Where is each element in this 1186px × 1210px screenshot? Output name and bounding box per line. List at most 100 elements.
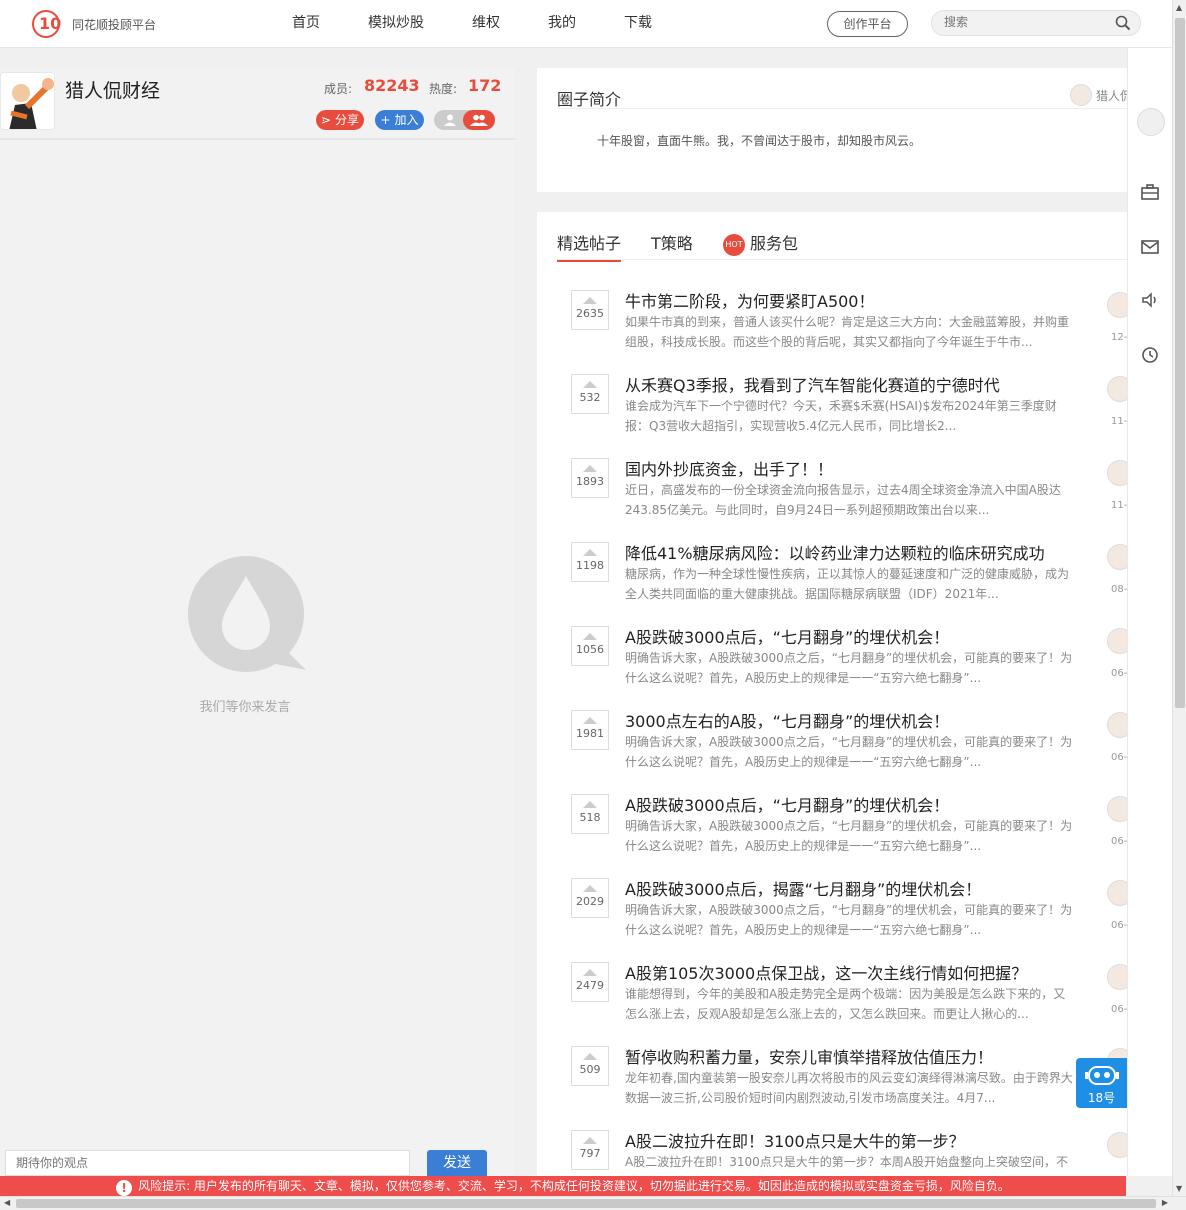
post-date: 06-: [1111, 836, 1127, 847]
tab-t-strategy[interactable]: T策略: [651, 230, 693, 254]
join-label: 加入: [394, 113, 419, 127]
circle-avatar[interactable]: [0, 72, 55, 130]
upvote-button[interactable]: 2479: [571, 962, 609, 1002]
tab-service-pack[interactable]: HOT 服务包: [723, 230, 798, 256]
post-item[interactable]: 2479 A股第105次3000点保卫战，这一次主线行情如何把握？ 谁能想得到，今年…: [571, 960, 1127, 1044]
author-avatar[interactable]: [1107, 292, 1127, 318]
vertical-scroll-thumb[interactable]: [1175, 18, 1185, 708]
upvote-button[interactable]: 797: [571, 1130, 609, 1170]
post-item[interactable]: 532 从禾赛Q3季报，我看到了汽车智能化赛道的宁德时代谁会成为汽车下一个宁德时代…: [571, 372, 1127, 456]
assistant-button[interactable]: 18号: [1076, 1058, 1127, 1108]
nav-item-mine[interactable]: 我的: [528, 0, 596, 48]
author-avatar[interactable]: [1107, 460, 1127, 486]
upvote-button[interactable]: 1056: [571, 626, 609, 666]
share-button[interactable]: ⋗ 分享: [316, 110, 364, 130]
hunter-avatar-icon: [1, 73, 54, 129]
post-item[interactable]: 1981 3000点左右的A股，“七月翻身”的埋伏机会！ 明确告诉大家，A股跌破30…: [571, 708, 1127, 792]
scroll-right-icon[interactable]: ▶: [1162, 1198, 1168, 1207]
tab-featured-posts[interactable]: 精选帖子: [557, 230, 622, 262]
history-icon[interactable]: [1140, 345, 1160, 365]
upvote-button[interactable]: 532: [571, 374, 609, 414]
nav-item-download[interactable]: 下载: [604, 0, 672, 48]
author-avatar[interactable]: [1107, 544, 1127, 570]
upvote-button[interactable]: 518: [571, 794, 609, 834]
search-box: [931, 10, 1141, 36]
post-title[interactable]: A股第105次3000点保卫战，这一次主线行情如何把握？: [625, 960, 1027, 984]
post-item[interactable]: 2635 牛市第二阶段，为何要紧盯A500！ 如果牛市真的到来，普通人该买什么呢？肯…: [571, 288, 1127, 372]
author-avatar[interactable]: [1107, 628, 1127, 654]
post-item[interactable]: 2029 A股跌破3000点后，揭露“七月翻身”的埋伏机会！ 明确告诉大家，A股跌破…: [571, 876, 1127, 960]
upvote-button[interactable]: 1981: [571, 710, 609, 750]
post-item[interactable]: 1056 A股跌破3000点后，“七月翻身”的埋伏机会！ 明确告诉大家，A股跌破30…: [571, 624, 1127, 708]
nav-item-home[interactable]: 首页: [272, 0, 340, 48]
post-title[interactable]: 降低41%糖尿病风险：以岭药业津力达颗粒的临床研究成功: [625, 540, 1045, 564]
robot-icon: [1084, 1066, 1119, 1085]
post-summary: 明确告诉大家，A股跌破3000点之后，“七月翻身”的埋伏机会，可能真的要来了！为…: [625, 735, 1073, 769]
post-title[interactable]: A股二波拉升在即！3100点只是大牛的第一步？: [625, 1128, 965, 1152]
post-title[interactable]: A股跌破3000点后，揭露“七月翻身”的埋伏机会！: [625, 876, 981, 900]
author-avatar[interactable]: [1107, 880, 1127, 906]
logo-text: 同花顺投顾平台: [72, 17, 157, 32]
horizontal-scroll-thumb[interactable]: [16, 1199, 1156, 1208]
comment-input[interactable]: [6, 1151, 409, 1175]
post-item[interactable]: 1198 降低41%糖尿病风险：以岭药业津力达颗粒的临床研究成功糖尿病，作为一种全…: [571, 540, 1127, 624]
group-icon: [470, 114, 488, 126]
posts-card: 精选帖子 T策略 HOT 服务包 2635 牛市第二阶段，为何要紧盯A500！ 如果牛…: [537, 212, 1127, 1176]
upvote-arrow-icon: [583, 297, 597, 304]
send-button[interactable]: 发送: [427, 1150, 487, 1176]
user-avatar[interactable]: [1137, 108, 1165, 136]
upvote-arrow-icon: [583, 717, 597, 724]
post-title[interactable]: A股跌破3000点后，“七月翻身”的埋伏机会！: [625, 624, 949, 648]
search-input[interactable]: [944, 15, 1104, 29]
post-summary: 明确告诉大家，A股跌破3000点之后，“七月翻身”的埋伏机会，可能真的要来了！为…: [625, 819, 1073, 853]
upvote-button[interactable]: 1198: [571, 542, 609, 582]
join-button[interactable]: + 加入: [375, 110, 424, 130]
members-toggle[interactable]: [434, 110, 495, 130]
mail-icon[interactable]: [1140, 237, 1160, 257]
post-title[interactable]: 暂停收购积蓄力量，安奈儿审慎举措释放估值压力！: [625, 1044, 993, 1068]
warning-icon: !: [116, 1180, 133, 1196]
nav-item-simulated-trading[interactable]: 模拟炒股: [348, 0, 444, 48]
post-title[interactable]: 牛市第二阶段，为何要紧盯A500！: [625, 288, 875, 312]
upvote-button[interactable]: 2029: [571, 878, 609, 918]
post-summary: 糖尿病，作为一种全球性慢性疾病，正以其惊人的蔓延速度和广泛的健康威胁，成为全人类…: [625, 567, 1070, 601]
author-avatar[interactable]: [1107, 712, 1127, 738]
vertical-scrollbar[interactable]: ▲ ▼: [1172, 0, 1186, 1196]
scroll-down-icon[interactable]: ▼: [1176, 1184, 1182, 1193]
post-item[interactable]: 1893 国内外抄底资金，出手了！！ 近日，高盛发布的一份全球资金流向报告显示，过去…: [571, 456, 1127, 540]
post-title[interactable]: 从禾赛Q3季报，我看到了汽车智能化赛道的宁德时代: [625, 372, 1000, 396]
post-date: 06-: [1111, 920, 1127, 931]
vote-count: 1056: [576, 643, 604, 656]
search-icon[interactable]: [1115, 15, 1131, 31]
empty-discussion-icon: [188, 556, 306, 672]
scroll-up-icon[interactable]: ▲: [1176, 3, 1182, 12]
upvote-button[interactable]: 1893: [571, 458, 609, 498]
upvote-arrow-icon: [583, 969, 597, 976]
upvote-button[interactable]: 509: [571, 1046, 609, 1086]
create-platform-button[interactable]: 创作平台: [827, 11, 908, 37]
post-item[interactable]: 797 A股二波拉升在即！3100点只是大牛的第一步？ A股二波拉升在即！3100点…: [571, 1128, 1127, 1176]
intro-text: 十年股窗，直面牛熊。我，不曾闻达于股市，却知股市风云。: [597, 134, 922, 148]
post-summary: 谁会成为汽车下一个宁德时代？今天，禾赛$禾赛(HSAI)$发布2024年第三季度…: [625, 399, 1057, 433]
logo-mark-icon: 10: [30, 8, 64, 40]
author-avatar[interactable]: [1107, 376, 1127, 402]
post-item[interactable]: 518 A股跌破3000点后，“七月翻身”的埋伏机会！ 明确告诉大家，A股跌破300…: [571, 792, 1127, 876]
briefcase-icon[interactable]: [1140, 182, 1160, 202]
upvote-button[interactable]: 2635: [571, 290, 609, 330]
scroll-left-icon[interactable]: ◀: [4, 1198, 10, 1207]
vote-count: 1198: [576, 559, 604, 572]
horizontal-scrollbar[interactable]: ◀ ▶: [0, 1196, 1186, 1210]
nav-item-rights[interactable]: 维权: [452, 0, 520, 48]
vote-count: 2029: [576, 895, 604, 908]
post-title[interactable]: A股跌破3000点后，“七月翻身”的埋伏机会！: [625, 792, 949, 816]
author-avatar[interactable]: [1107, 796, 1127, 822]
intro-owner[interactable]: 猎人侃: [1070, 84, 1132, 106]
post-title[interactable]: 国内外抄底资金，出手了！！: [625, 456, 833, 480]
author-avatar[interactable]: [1107, 1132, 1127, 1158]
vote-count: 2479: [576, 979, 604, 992]
post-title[interactable]: 3000点左右的A股，“七月翻身”的埋伏机会！: [625, 708, 949, 732]
author-avatar[interactable]: [1107, 964, 1127, 990]
post-item[interactable]: 509 暂停收购积蓄力量，安奈儿审慎举措释放估值压力！ 龙年初春,国内童装第一股安奈…: [571, 1044, 1127, 1128]
speaker-icon[interactable]: [1140, 290, 1160, 310]
platform-logo[interactable]: 10 同花顺投顾平台: [30, 8, 156, 40]
